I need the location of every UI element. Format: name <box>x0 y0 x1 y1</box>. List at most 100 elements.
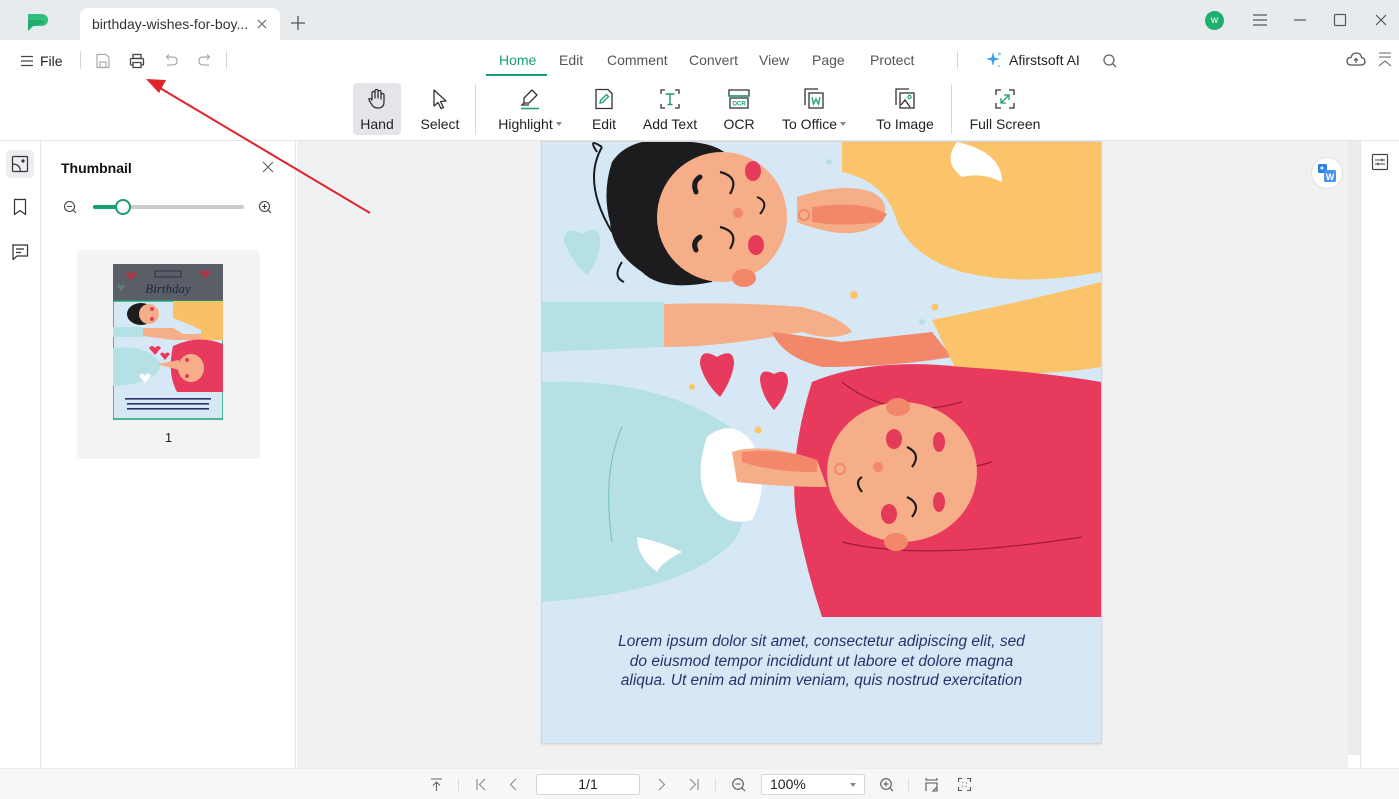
select-tool-button[interactable]: Select <box>414 83 466 135</box>
to-image-icon <box>892 86 918 112</box>
to-image-tool-button[interactable]: To Image <box>872 83 938 135</box>
maximize-icon[interactable] <box>1332 12 1348 28</box>
thumbnail-zoom-out-icon[interactable] <box>63 200 77 214</box>
divider <box>957 51 958 69</box>
page-thumbnail-image: Birthday <box>113 264 223 420</box>
properties-panel-icon[interactable] <box>1371 153 1389 171</box>
ocr-tool-label: OCR <box>723 116 755 132</box>
ribbon-toolbar: Hand Select Highlight Edit Add Text OCR … <box>0 80 1399 141</box>
hand-tool-label: Hand <box>360 116 394 132</box>
status-bar: 1/1 100% <box>0 768 1399 799</box>
ai-assistant-button[interactable]: Afirstsoft AI <box>985 51 1080 69</box>
chevron-down-icon <box>840 122 846 126</box>
fit-page-icon[interactable] <box>957 777 972 792</box>
file-menu-label: File <box>40 53 63 69</box>
to-office-tool-button[interactable]: To Office <box>776 83 852 135</box>
fullscreen-icon <box>992 86 1018 112</box>
file-menu-button[interactable]: File <box>20 52 63 70</box>
birthday-illustration <box>542 142 1101 622</box>
tab-convert[interactable]: Convert <box>681 52 753 74</box>
thumbnail-zoom-in-icon[interactable] <box>258 200 272 214</box>
body-text-line: Lorem ipsum dolor sit amet, consectetur … <box>618 633 1025 650</box>
highlight-tool-button[interactable]: Highlight <box>491 83 569 135</box>
slider-handle[interactable] <box>115 199 132 215</box>
last-page-icon[interactable] <box>686 777 701 792</box>
thumbnail-size-slider[interactable] <box>93 199 244 215</box>
undo-icon[interactable] <box>162 52 180 70</box>
close-tab-icon[interactable] <box>255 17 269 31</box>
bookmark-icon <box>11 198 29 216</box>
redo-icon[interactable] <box>196 52 214 70</box>
hand-tool-button[interactable]: Hand <box>353 83 401 135</box>
to-office-label-text: To Office <box>782 116 837 132</box>
next-page-icon[interactable] <box>654 777 669 792</box>
bookmark-panel-button[interactable] <box>6 193 34 221</box>
print-icon[interactable] <box>128 52 146 70</box>
cursor-icon <box>427 86 453 112</box>
thumbnail-icon <box>11 155 29 173</box>
title-bar: birthday-wishes-for-boy... w <box>0 0 1399 40</box>
scroll-top-icon[interactable] <box>429 777 444 792</box>
translate-button[interactable]: W <box>1311 157 1343 189</box>
chevron-down-icon <box>850 783 856 787</box>
highlighter-icon <box>517 86 543 112</box>
zoom-level-value: 100% <box>770 776 806 792</box>
tab-home[interactable]: Home <box>486 52 547 76</box>
zoom-level-select[interactable]: 100% <box>761 774 865 795</box>
fit-width-icon[interactable] <box>924 777 939 792</box>
close-window-icon[interactable] <box>1373 12 1389 28</box>
svg-text:OCR: OCR <box>732 102 746 108</box>
cloud-upload-icon[interactable] <box>1346 51 1366 69</box>
full-screen-tool-button[interactable]: Full Screen <box>968 83 1042 135</box>
tab-view[interactable]: View <box>753 52 807 74</box>
document-tab-title: birthday-wishes-for-boy... <box>92 16 249 32</box>
divider <box>715 778 716 791</box>
zoom-in-icon[interactable] <box>879 777 894 792</box>
new-tab-plus-icon[interactable] <box>290 15 306 31</box>
page-thumbnail-card[interactable]: Birthday 1 <box>77 250 260 459</box>
thumbnail-panel-button[interactable] <box>6 150 34 178</box>
ocr-icon: OCR <box>726 86 752 112</box>
tab-edit[interactable]: Edit <box>547 52 597 74</box>
document-tab[interactable]: birthday-wishes-for-boy... <box>80 8 280 40</box>
hand-icon <box>364 86 390 112</box>
page-number-input[interactable]: 1/1 <box>536 774 640 795</box>
previous-page-icon[interactable] <box>506 777 521 792</box>
to-office-tool-label: To Office <box>782 116 846 132</box>
hamburger-icon <box>20 55 34 67</box>
svg-text:W: W <box>1326 172 1335 182</box>
divider <box>226 51 227 69</box>
menu-tabs: Home Edit Comment Convert View Page Prot… <box>486 52 931 76</box>
right-panel-rail <box>1360 141 1399 768</box>
divider <box>475 84 476 134</box>
close-panel-icon[interactable] <box>262 161 274 173</box>
add-text-tool-label: Add Text <box>642 116 698 132</box>
select-tool-label: Select <box>420 116 460 132</box>
first-page-icon[interactable] <box>474 777 489 792</box>
comment-icon <box>11 243 29 261</box>
divider <box>908 778 909 791</box>
sparkle-icon <box>985 51 1003 69</box>
minimize-icon[interactable] <box>1292 12 1308 28</box>
document-page: Lorem ipsum dolor sit amet, consectetur … <box>541 141 1102 744</box>
page-number-label: 1 <box>164 430 173 445</box>
vertical-scrollbar[interactable] <box>1348 141 1360 755</box>
tab-protect[interactable]: Protect <box>861 52 931 74</box>
hamburger-icon[interactable] <box>1252 12 1268 28</box>
search-icon[interactable] <box>1102 53 1118 69</box>
comment-panel-button[interactable] <box>6 238 34 266</box>
highlight-tool-label: Highlight <box>498 116 562 132</box>
ocr-tool-button[interactable]: OCR OCR <box>719 83 759 135</box>
collapse-ribbon-icon[interactable] <box>1377 51 1395 69</box>
zoom-out-icon[interactable] <box>731 777 746 792</box>
tab-page[interactable]: Page <box>807 52 861 74</box>
edit-tool-button[interactable]: Edit <box>585 83 623 135</box>
save-icon[interactable] <box>94 52 112 70</box>
chevron-down-icon <box>555 122 562 126</box>
body-text-line: aliqua. Ut enim ad minim veniam, quis no… <box>620 672 1023 689</box>
tab-comment[interactable]: Comment <box>597 52 681 74</box>
user-avatar[interactable]: w <box>1205 11 1224 30</box>
add-text-icon <box>657 86 683 112</box>
add-text-tool-button[interactable]: Add Text <box>639 83 701 135</box>
thumbnail-panel: Thumbnail Birthday 1 <box>41 141 296 768</box>
